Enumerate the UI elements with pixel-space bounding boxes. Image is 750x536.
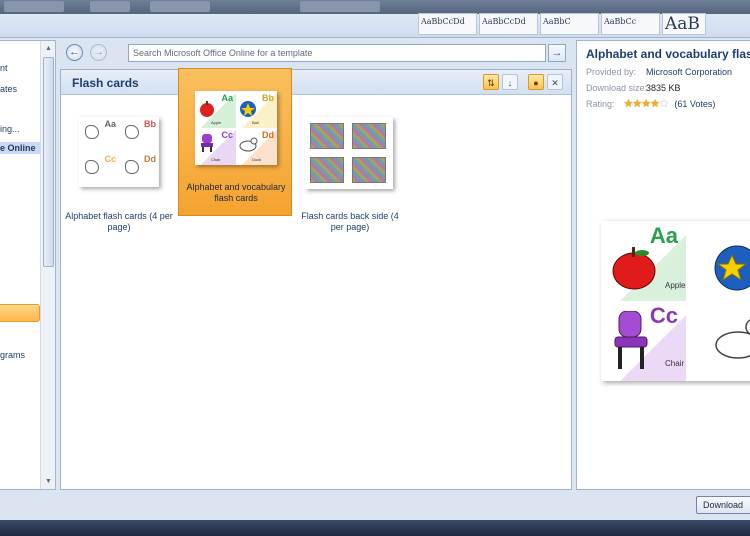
template-tile-selected[interactable]: Aa Apple Bb Ball Cc Chair Dd Duck Alphab… xyxy=(178,68,292,216)
template-thumbnail xyxy=(305,117,393,189)
preview-letter: Cc xyxy=(649,303,678,328)
category-item[interactable]: ing... xyxy=(0,124,20,134)
section-header: Flash cards ⇅ ↓ ● ✕ xyxy=(61,70,571,95)
sketch-icon xyxy=(125,125,139,139)
star-icon: ★ xyxy=(641,98,651,110)
rating-row: Rating: ★★★★★ (61 Votes) xyxy=(586,97,715,110)
duck-icon xyxy=(715,319,750,359)
star-icon: ★ xyxy=(632,98,642,110)
template-thumbnail: Aa Apple Bb Ball Cc Chair Dd Duck xyxy=(195,91,277,165)
new-document-dialog: nt ates ing... e Online grams ▲ ▼ ← → Se… xyxy=(0,38,750,536)
scroll-down-icon[interactable]: ▼ xyxy=(44,477,53,486)
sketch-icon xyxy=(85,160,99,174)
card-word: Apple xyxy=(211,120,222,125)
card-letter: Aa xyxy=(104,119,116,129)
rating-view-icon[interactable]: ● xyxy=(528,74,544,90)
sort-az-icon[interactable]: ↓ xyxy=(502,74,518,90)
dialog-footer: Download xyxy=(0,493,750,536)
toolbar-button[interactable] xyxy=(4,1,64,12)
provider-name: Microsoft Corporation xyxy=(646,67,733,77)
provider-view-icon[interactable]: ✕ xyxy=(547,74,563,90)
rating-label: Rating: xyxy=(586,99,615,109)
download-size-label: Download size: xyxy=(586,83,648,93)
template-categories-pane: nt ates ing... e Online grams ▲ ▼ xyxy=(0,40,56,490)
category-item[interactable]: grams xyxy=(0,350,25,360)
chair-icon xyxy=(201,134,213,152)
card-back-pattern xyxy=(352,157,386,183)
scroll-up-icon[interactable]: ▲ xyxy=(44,44,53,53)
ball-icon xyxy=(240,101,256,117)
template-tile[interactable]: Aa Bb Cc Dd Alphabet flash cards (4 per … xyxy=(62,97,176,243)
template-caption: Alphabet flash cards (4 per page) xyxy=(65,211,173,232)
chair-icon xyxy=(614,311,648,369)
card-word: Ball xyxy=(252,120,259,125)
category-item-microsoft-office-online[interactable]: e Online xyxy=(0,142,40,154)
card-letter: Bb xyxy=(144,119,156,129)
template-title: Alphabet and vocabulary flash cards xyxy=(586,47,750,61)
sketch-icon xyxy=(125,160,139,174)
star-icon: ★ xyxy=(650,98,660,110)
style-preview[interactable]: AaB xyxy=(662,13,706,35)
style-preview[interactable]: AaBbCc xyxy=(601,13,660,35)
card-letter: Cc xyxy=(104,154,116,164)
preview-word: Apple xyxy=(665,281,686,290)
templates-list-pane: Flash cards ⇅ ↓ ● ✕ Aa Bb Cc Dd Alphabet… xyxy=(60,68,572,490)
card-word: Duck xyxy=(252,157,262,162)
rating-votes: (61 Votes) xyxy=(674,99,716,109)
category-item[interactable]: nt xyxy=(0,63,8,73)
style-preview[interactable]: AaBbCcDd xyxy=(479,13,538,35)
card-word: Chair xyxy=(211,157,221,162)
category-item[interactable]: ates xyxy=(0,84,17,94)
scrollbar-thumb[interactable] xyxy=(43,57,54,267)
view-options: ⇅ ↓ ● ✕ xyxy=(483,74,563,90)
forward-arrow-icon[interactable]: → xyxy=(90,44,107,61)
toolbar-button[interactable] xyxy=(300,1,380,12)
category-item-hovered[interactable] xyxy=(0,304,40,322)
taskbar xyxy=(0,520,750,536)
template-thumbnail: Aa Bb Cc Dd xyxy=(79,117,159,187)
preview-letter: Aa xyxy=(649,223,678,248)
download-button[interactable]: Download xyxy=(696,496,750,514)
duck-icon xyxy=(239,137,258,152)
apple-icon xyxy=(200,101,214,117)
template-tile[interactable]: Flash cards back side (4 per page) xyxy=(293,97,407,243)
style-preview[interactable]: AaBbCcDd xyxy=(418,13,477,35)
template-preview: Aa Apple Cc Chair xyxy=(601,221,750,381)
card-back-pattern xyxy=(310,157,344,183)
card-letter: Bb xyxy=(262,93,274,103)
quick-styles-gallery: AaBbCcDd AaBbCcDd AaBbC AaBbCc AaB xyxy=(418,13,706,35)
star-empty-icon: ★ xyxy=(659,98,669,110)
download-size-value: 3835 KB xyxy=(646,83,681,93)
toolbar-button[interactable] xyxy=(150,1,210,12)
ball-icon xyxy=(714,245,750,291)
sort-ascending-icon[interactable]: ⇅ xyxy=(483,74,499,90)
ribbon-strip: AaBbCcDd AaBbCcDd AaBbC AaBbCc AaB xyxy=(0,0,750,38)
section-title: Flash cards xyxy=(72,76,139,90)
template-search-input[interactable]: Search Microsoft Office Online for a tem… xyxy=(128,44,546,62)
provided-by-row: Provided by: Microsoft Corporation xyxy=(586,67,732,77)
back-arrow-icon[interactable]: ← xyxy=(66,44,83,61)
provided-by-label: Provided by: xyxy=(586,67,637,77)
search-go-button[interactable]: → xyxy=(548,44,566,62)
template-nav-bar: ← → Search Microsoft Office Online for a… xyxy=(60,40,572,66)
card-letter: Cc xyxy=(221,130,233,140)
download-size-row: Download size:3835 KB xyxy=(586,83,681,93)
style-preview[interactable]: AaBbC xyxy=(540,13,599,35)
categories-scrollbar[interactable]: ▲ ▼ xyxy=(40,41,55,489)
template-details-pane: Alphabet and vocabulary flash cards Prov… xyxy=(576,40,750,490)
toolbar-button[interactable] xyxy=(90,1,130,12)
sketch-icon xyxy=(85,125,99,139)
card-letter: Aa xyxy=(221,93,233,103)
card-letter: Dd xyxy=(144,154,156,164)
template-caption: Alphabet and vocabulary flash cards xyxy=(186,182,286,203)
card-letter: Dd xyxy=(262,130,274,140)
card-back-pattern xyxy=(352,123,386,149)
card-back-pattern xyxy=(310,123,344,149)
rating-stars[interactable]: ★★★★★ xyxy=(624,98,671,110)
apple-icon xyxy=(612,247,656,290)
preview-word: Chair xyxy=(665,359,685,368)
template-caption: Flash cards back side (4 per page) xyxy=(301,211,399,232)
